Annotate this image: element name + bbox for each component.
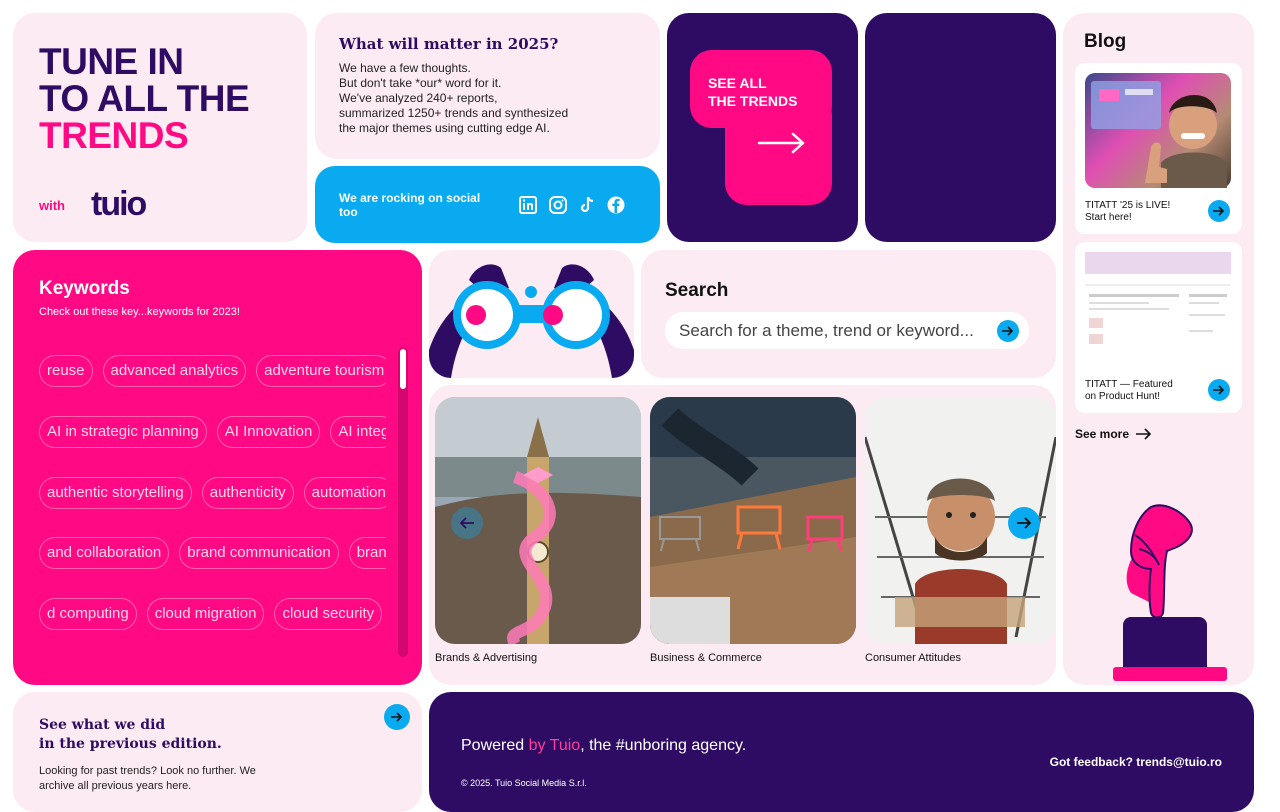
decorative-purple-card (865, 13, 1056, 242)
blog-post[interactable]: TITATT — Featured on Product Hunt! (1075, 242, 1242, 413)
keyword-row: and collaboration brand communication bran… (39, 537, 386, 570)
arrow-right-icon (757, 132, 805, 154)
see-all-line1: SEE ALL (708, 75, 767, 91)
keywords-title: Keywords (39, 278, 130, 299)
category-label[interactable]: Business & Commerce (650, 652, 762, 664)
intro-line: But don't take *our* word for it. (339, 76, 502, 90)
arrow-right-icon (1136, 428, 1152, 440)
keyword-chip[interactable]: d computing (39, 598, 137, 630)
keyword-row: d computing cloud migration cloud security (39, 598, 386, 631)
search-submit-button[interactable] (997, 319, 1019, 342)
intro-line: We've analyzed 240+ reports, (339, 91, 498, 105)
keyword-chip[interactable]: cloud security (274, 598, 383, 630)
see-all-line2: THE TRENDS (708, 93, 798, 109)
see-more-link[interactable]: See more (1075, 427, 1242, 441)
keyword-chip[interactable]: and collaboration (39, 537, 170, 569)
arrow-right-icon (1002, 325, 1014, 336)
keywords-subtitle: Check out these key...keywords for 2023! (39, 306, 240, 318)
keywords-card: Keywords Check out these key...keywords … (13, 250, 422, 685)
blog-post-thumbnail (1085, 73, 1231, 188)
keyword-chip[interactable]: AI in strategic planning (39, 416, 207, 448)
keyword-chip[interactable]: brand communication (179, 537, 339, 569)
tiktok-icon[interactable] (577, 195, 596, 215)
with-label: with (39, 198, 65, 213)
intro-line: summarized 1250+ trends and synthesized (339, 106, 569, 120)
see-all-trends-card[interactable]: SEE ALL THE TRENDS (667, 13, 858, 242)
keyword-chip[interactable]: cloud migration (146, 598, 265, 630)
facebook-icon[interactable] (607, 195, 626, 215)
blog-card: Blog TITATT '25 is LIVE! Start here! TIT… (1063, 13, 1254, 685)
keyword-chip[interactable]: AI integ (330, 416, 386, 448)
previous-edition-text: Looking for past trends? Look no further… (39, 765, 256, 792)
binoculars-card (429, 250, 634, 378)
hero-title-line2: TO ALL THE (39, 78, 250, 119)
tuio-link[interactable]: by Tuio (529, 737, 581, 754)
copyright: © 2025. Tuio Social Media S.r.l. (461, 778, 587, 788)
feedback-email-link[interactable]: Got feedback? trends@tuio.ro (1050, 755, 1222, 769)
social-label: We are rocking on social too (339, 190, 481, 219)
pointing-hand-illustration (1113, 504, 1227, 681)
tuio-logo[interactable]: tuio (91, 185, 147, 224)
keyword-chip[interactable]: authenticity (201, 477, 294, 509)
intro-card: What will matter in 2025? We have a few … (315, 13, 660, 159)
powered-pre: Powered (461, 737, 529, 754)
previous-edition-title: See what we did in the previous edition. (39, 716, 239, 754)
carousel-next-button[interactable] (1008, 507, 1040, 539)
keyword-chip[interactable]: reuse (39, 355, 93, 387)
keyword-row: AI in strategic planning AI Innovation AI … (39, 416, 386, 449)
hero-card: TUNE IN TO ALL THE TRENDS with tuio (13, 13, 307, 242)
category-label[interactable]: Consumer Attitudes (865, 652, 961, 664)
keyword-chip[interactable]: advanced analytics (102, 355, 247, 387)
footer: Powered by Tuio, the #unboring agency. ©… (429, 692, 1254, 812)
linkedin-icon[interactable] (519, 195, 538, 215)
previous-title-line2: in the previous edition. (39, 736, 222, 752)
keyword-chip[interactable]: adventure tourism (256, 355, 386, 387)
binoculars-illustration (429, 264, 634, 378)
search-title: Search (665, 280, 729, 301)
see-more-label: See more (1075, 427, 1130, 441)
arrow-right-icon (1017, 517, 1032, 529)
keyword-chip[interactable]: authentic storytelling (39, 477, 192, 509)
blog-post[interactable]: TITATT '25 is LIVE! Start here! (1075, 63, 1242, 234)
intro-title: What will matter in 2025? (339, 35, 559, 53)
keyword-chip[interactable]: automation (303, 477, 386, 509)
search-placeholder: Search for a theme, trend or keyword... (679, 320, 974, 340)
previous-edition-card[interactable]: See what we did in the previous edition.… (13, 692, 422, 812)
hero-title-line3: TRENDS (39, 115, 189, 156)
hero-title-line1: TUNE IN (39, 41, 184, 82)
powered-post: , the #unboring agency. (580, 737, 747, 754)
instagram-icon[interactable] (548, 195, 567, 215)
arrow-right-icon[interactable] (1208, 200, 1230, 222)
blog-post-caption: TITATT '25 is LIVE! Start here! (1085, 200, 1171, 223)
intro-text: We have a few thoughts. But don't take *… (339, 61, 636, 136)
previous-title-line1: See what we did (39, 717, 166, 733)
powered-by-text: Powered by Tuio, the #unboring agency. (461, 737, 746, 755)
intro-line: We have a few thoughts. (339, 61, 471, 75)
previous-edition-button[interactable] (384, 704, 410, 730)
blog-title: Blog (1084, 31, 1127, 52)
social-card: We are rocking on social too (315, 166, 660, 243)
intro-line: the major themes using cutting edge AI. (339, 121, 550, 135)
arrow-right-icon[interactable] (1208, 379, 1230, 401)
blog-post-caption: TITATT — Featured on Product Hunt! (1085, 379, 1173, 402)
see-all-label[interactable]: SEE ALL THE TRENDS (708, 74, 797, 110)
arrow-left-icon (459, 517, 474, 529)
keyword-row: authentic storytelling authenticity automa… (39, 477, 386, 510)
keyword-chip[interactable]: AI Innovation (216, 416, 321, 448)
keyword-row: reuse advanced analytics adventure tourism (39, 355, 386, 388)
search-input[interactable]: Search for a theme, trend or keyword... (665, 312, 1029, 349)
carousel-prev-button[interactable] (451, 507, 483, 539)
categories-carousel: Brands & Advertising Business & Commerce (429, 385, 1056, 685)
category-label[interactable]: Brands & Advertising (435, 652, 537, 664)
search-card: Search Search for a theme, trend or keyw… (641, 250, 1056, 378)
arrow-right-icon (391, 712, 403, 722)
keywords-scrollbar-thumb[interactable] (400, 349, 406, 389)
category-card[interactable] (650, 397, 856, 644)
keyword-chip[interactable]: brand (348, 537, 386, 569)
category-image (650, 397, 856, 644)
keywords-scrollbar[interactable] (398, 347, 408, 657)
blog-post-thumbnail (1085, 252, 1231, 367)
